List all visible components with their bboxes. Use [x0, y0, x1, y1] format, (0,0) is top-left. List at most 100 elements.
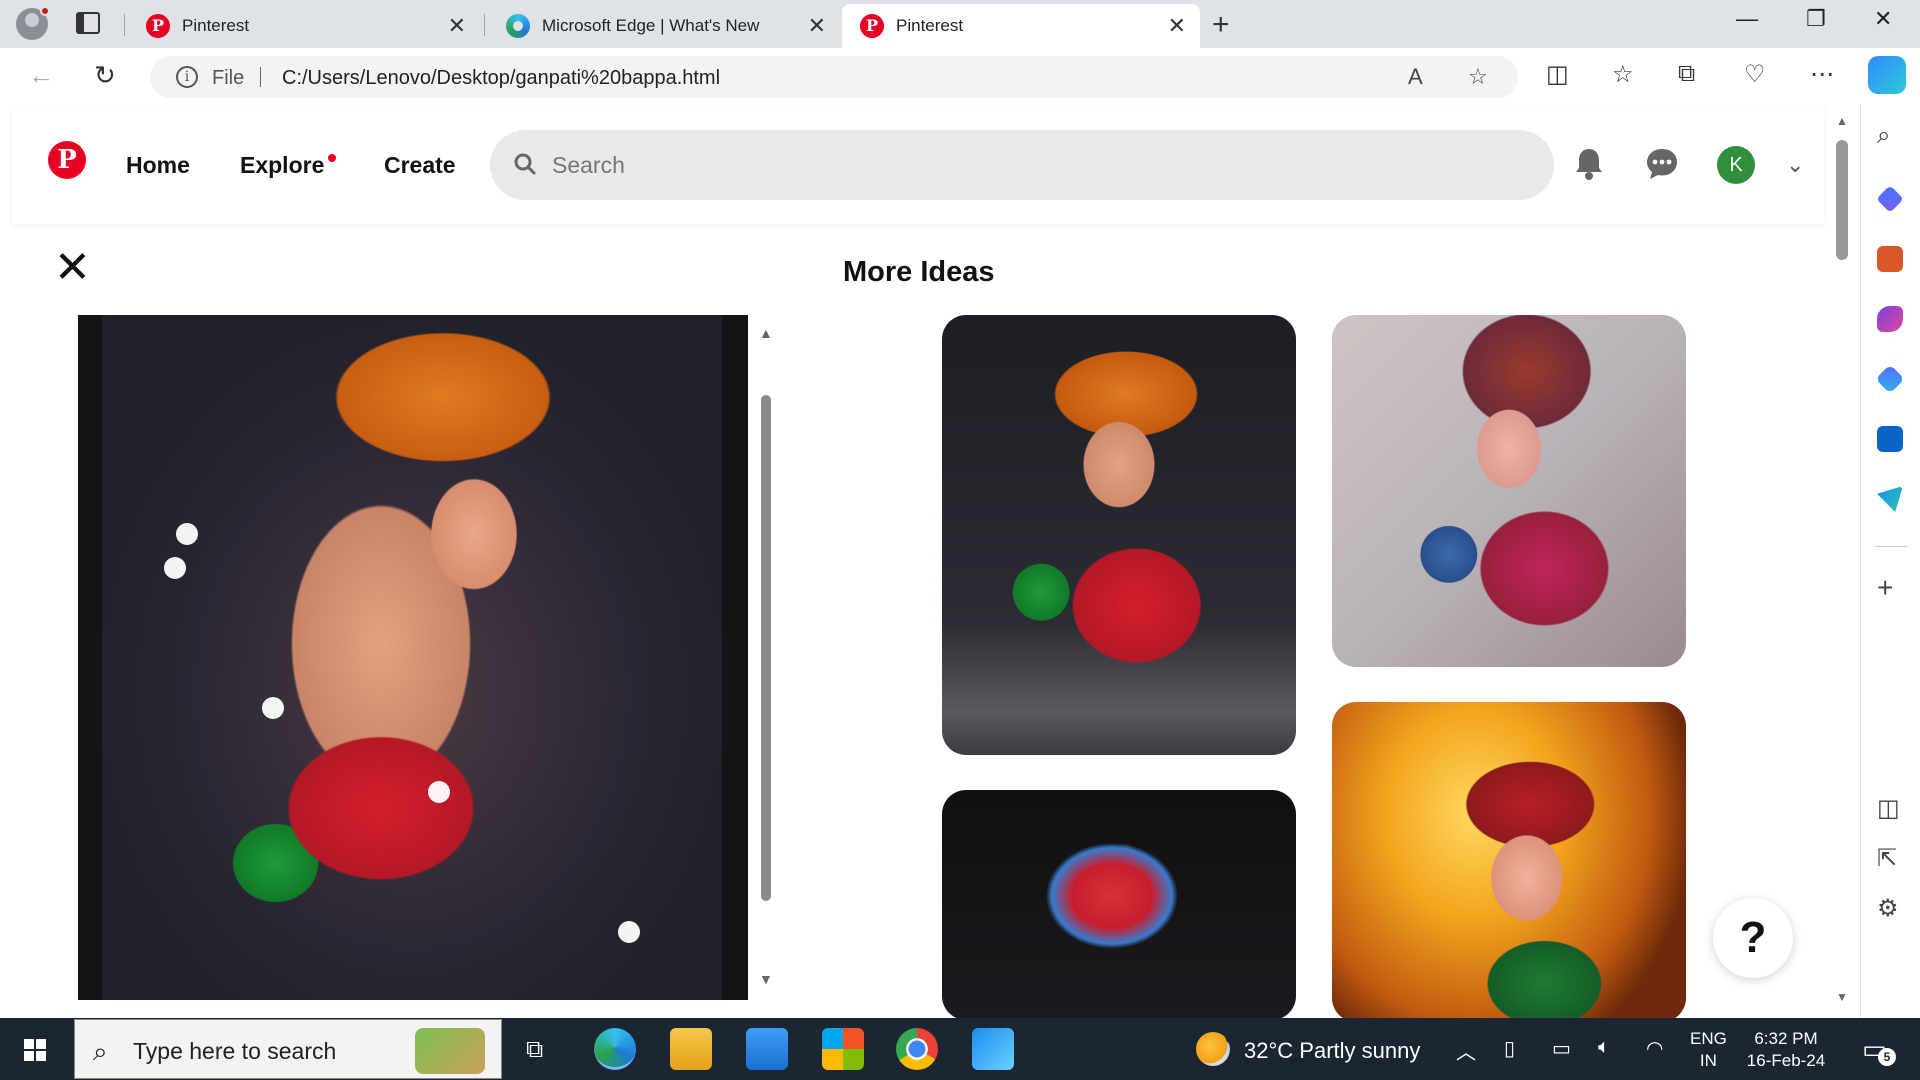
close-tab-icon[interactable]: ✕ — [1168, 13, 1186, 39]
tab-actions-icon[interactable] — [76, 12, 100, 34]
tag-dot[interactable] — [176, 523, 198, 545]
close-closeup-button[interactable]: ✕ — [54, 246, 91, 290]
clock-time: 6:32 PM — [1754, 1029, 1818, 1048]
address-bar[interactable]: i File C:/Users/Lenovo/Desktop/ganpati%2… — [150, 56, 1518, 98]
messages-icon[interactable] — [1644, 146, 1680, 182]
url-text[interactable]: C:/Users/Lenovo/Desktop/ganpati%20bappa.… — [282, 67, 720, 90]
wifi-icon[interactable]: ◠ — [1646, 1036, 1663, 1061]
add-icon[interactable]: + — [1877, 572, 1893, 604]
language-indicator[interactable]: ENG IN — [1690, 1028, 1727, 1072]
tab-title: Microsoft Edge | What's New — [542, 16, 760, 35]
shopping-tag-icon[interactable] — [1876, 185, 1904, 213]
restore-button[interactable]: ❐ — [1806, 6, 1826, 32]
split-screen-icon[interactable]: ◫ — [1546, 60, 1569, 89]
task-view-icon[interactable]: ⧉ — [526, 1036, 543, 1064]
scrollbar-thumb[interactable] — [761, 395, 771, 901]
open-external-icon[interactable]: ⇱ — [1877, 844, 1897, 873]
notification-center-icon[interactable]: ▭ 5 — [1862, 1034, 1896, 1066]
hide-sidebar-icon[interactable]: ◫ — [1877, 794, 1900, 823]
close-tab-icon[interactable]: ✕ — [448, 13, 466, 39]
tag-dot[interactable] — [428, 781, 450, 803]
scheme-label: File — [212, 67, 245, 89]
tag-dot[interactable] — [164, 557, 186, 579]
nav-create[interactable]: Create — [384, 152, 456, 179]
help-button[interactable]: ? — [1713, 898, 1793, 978]
tab-pinterest-1[interactable]: P Pinterest ✕ — [128, 4, 480, 48]
show-hidden-icons-icon[interactable]: ︿ — [1456, 1036, 1476, 1065]
scroll-down-arrow-icon[interactable]: ▼ — [1836, 990, 1848, 1004]
more-options-icon[interactable]: ⋯ — [1810, 60, 1834, 89]
scrollbar-thumb[interactable] — [1836, 140, 1848, 260]
tab-pinterest-active[interactable]: P Pinterest ✕ — [842, 4, 1200, 48]
tablet-icon[interactable]: ▯ — [1504, 1036, 1515, 1061]
settings-gear-icon[interactable]: ⚙ — [1877, 894, 1899, 923]
close-window-button[interactable]: ✕ — [1874, 6, 1892, 32]
avatar[interactable]: K — [1717, 146, 1755, 184]
search-input[interactable] — [552, 144, 1512, 186]
mail-icon[interactable] — [746, 1028, 788, 1070]
pin-card[interactable] — [942, 315, 1296, 755]
scroll-down-arrow-icon[interactable]: ▼ — [759, 971, 773, 987]
taskbar-search-box[interactable]: ⌕ Type here to search — [74, 1019, 502, 1079]
pin-card[interactable] — [1332, 315, 1686, 667]
browser-tab-strip: P Pinterest ✕ Microsoft Edge | What's Ne… — [0, 0, 1920, 48]
nav-explore[interactable]: Explore — [240, 152, 324, 179]
main-pin-image[interactable] — [78, 315, 748, 1000]
scroll-up-arrow-icon[interactable]: ▲ — [759, 325, 773, 341]
outlook-icon[interactable] — [1877, 426, 1903, 452]
close-tab-icon[interactable]: ✕ — [808, 13, 826, 39]
chevron-down-icon[interactable]: ⌄ — [1786, 152, 1804, 178]
pinterest-logo-icon[interactable]: P — [48, 141, 86, 179]
microsoft-365-icon[interactable] — [1875, 364, 1905, 394]
tag-dot[interactable] — [618, 921, 640, 943]
minimize-button[interactable]: — — [1736, 6, 1758, 32]
battery-icon[interactable]: ▭ — [1552, 1036, 1571, 1061]
games-icon[interactable] — [1877, 306, 1903, 332]
favorites-icon[interactable]: ☆ — [1612, 60, 1634, 89]
nav-home[interactable]: Home — [126, 152, 190, 179]
collections-icon[interactable]: ⧉ — [1678, 60, 1695, 88]
read-aloud-icon[interactable]: A — [1408, 64, 1423, 90]
volume-icon[interactable]: 🔈︎ — [1598, 1036, 1610, 1059]
search-highlight-image — [415, 1028, 485, 1074]
notifications-bell-icon[interactable] — [1572, 146, 1606, 182]
chrome-icon[interactable] — [896, 1028, 938, 1070]
favorite-star-icon[interactable]: ☆ — [1468, 64, 1488, 90]
system-clock[interactable]: 6:32 PM 16-Feb-24 — [1742, 1028, 1830, 1072]
tag-dot[interactable] — [262, 697, 284, 719]
browser-essentials-icon[interactable]: ♡ — [1744, 60, 1766, 89]
file-explorer-icon[interactable] — [670, 1028, 712, 1070]
tools-icon[interactable] — [1877, 246, 1903, 272]
page-scrollbar[interactable]: ▲ ▼ — [1832, 106, 1852, 1018]
profile-icon[interactable] — [16, 6, 50, 40]
weather-widget[interactable]: 32°C Partly sunny — [1244, 1038, 1420, 1064]
photos-app-icon[interactable] — [972, 1028, 1014, 1070]
info-icon[interactable]: i — [176, 66, 198, 88]
language-code: ENG — [1690, 1029, 1727, 1048]
image-scrollbar[interactable]: ▲ ▼ — [755, 315, 779, 1000]
ganesha-idol-image — [102, 315, 722, 1000]
pinterest-icon: P — [146, 14, 170, 38]
tab-edge-whats-new[interactable]: Microsoft Edge | What's New ✕ — [488, 4, 840, 48]
pin-card[interactable] — [942, 790, 1296, 1020]
edge-icon — [506, 14, 530, 38]
search-icon — [514, 153, 536, 175]
notification-count-badge: 5 — [1878, 1048, 1896, 1066]
refresh-icon[interactable]: ↻ — [94, 60, 116, 91]
search-icon[interactable]: ⌕ — [1877, 122, 1890, 150]
sidebar-divider — [1875, 546, 1907, 547]
pinterest-search-bar[interactable] — [490, 130, 1554, 200]
copilot-icon[interactable] — [1868, 56, 1906, 94]
partly-sunny-icon[interactable] — [1196, 1032, 1230, 1066]
pin-card[interactable] — [1332, 702, 1686, 1022]
edge-taskbar-icon[interactable] — [594, 1028, 636, 1070]
new-tab-button[interactable]: + — [1212, 8, 1230, 42]
tab-title: Pinterest — [182, 16, 250, 35]
microsoft-store-icon[interactable] — [822, 1028, 864, 1070]
tab-divider — [124, 14, 125, 36]
back-arrow-icon[interactable]: ← — [28, 60, 54, 91]
drop-icon[interactable] — [1877, 486, 1903, 512]
search-icon: ⌕ — [93, 1036, 108, 1066]
windows-start-button[interactable] — [24, 1039, 46, 1061]
scroll-up-arrow-icon[interactable]: ▲ — [1836, 114, 1848, 128]
